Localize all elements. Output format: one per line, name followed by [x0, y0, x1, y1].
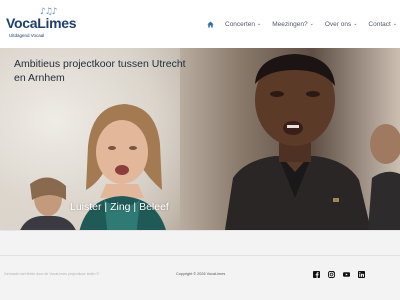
footer-copyright: Copyright © 2026 VocaLimes: [176, 272, 226, 276]
chevron-down-icon: ⌄: [309, 21, 314, 27]
logo-title: VocaLimes: [6, 15, 77, 31]
hero-title: Ambitieus projectkoor tussen Utrecht en …: [14, 58, 186, 84]
hero-tagline: Luister | Zing | Beleef: [70, 201, 169, 213]
nav-item-label: Over ons: [324, 20, 352, 28]
youtube-icon[interactable]: [343, 271, 350, 278]
site-header: ♪♫♪ VocaLimes Uitdagend Vocaal Concerten…: [0, 0, 400, 48]
chevron-down-icon: ⌄: [392, 21, 398, 27]
facebook-icon[interactable]: [313, 271, 320, 278]
nav-item-over-ons[interactable]: Over ons ⌄: [325, 21, 358, 28]
nav-item-label: Contact: [368, 20, 391, 28]
male-singer-image: [225, 54, 371, 230]
content-spacer: [0, 230, 400, 255]
nav-item-meezingen[interactable]: Meezingen? ⌄: [272, 21, 314, 28]
social-links: [313, 271, 365, 278]
nav-item-label: Concerten: [225, 20, 255, 28]
chevron-down-icon: ⌄: [257, 21, 262, 27]
nav-item-concerten[interactable]: Concerten ⌄: [225, 21, 261, 28]
footer-credit: Gemaakt met liefde door de VocaLimes pro…: [4, 272, 100, 276]
chevron-down-icon: ⌄: [353, 21, 358, 27]
linkedin-icon[interactable]: [358, 271, 365, 278]
logo-subtitle: Uitdagend Vocaal: [9, 33, 45, 38]
singer-silhouette: [368, 124, 400, 230]
nav-item-contact[interactable]: Contact ⌄: [368, 21, 397, 28]
main-nav: Concerten ⌄ Meezingen? ⌄ Over ons ⌄ Cont…: [205, 18, 400, 30]
instagram-icon[interactable]: [328, 271, 335, 278]
home-icon[interactable]: [205, 19, 215, 29]
nav-item-label: Meezingen?: [272, 20, 308, 28]
site-logo[interactable]: ♪♫♪ VocaLimes Uitdagend Vocaal: [6, 7, 76, 41]
hero-banner: Ambitieus projectkoor tussen Utrecht en …: [0, 48, 400, 230]
page: ♪♫♪ VocaLimes Uitdagend Vocaal Concerten…: [0, 0, 400, 300]
